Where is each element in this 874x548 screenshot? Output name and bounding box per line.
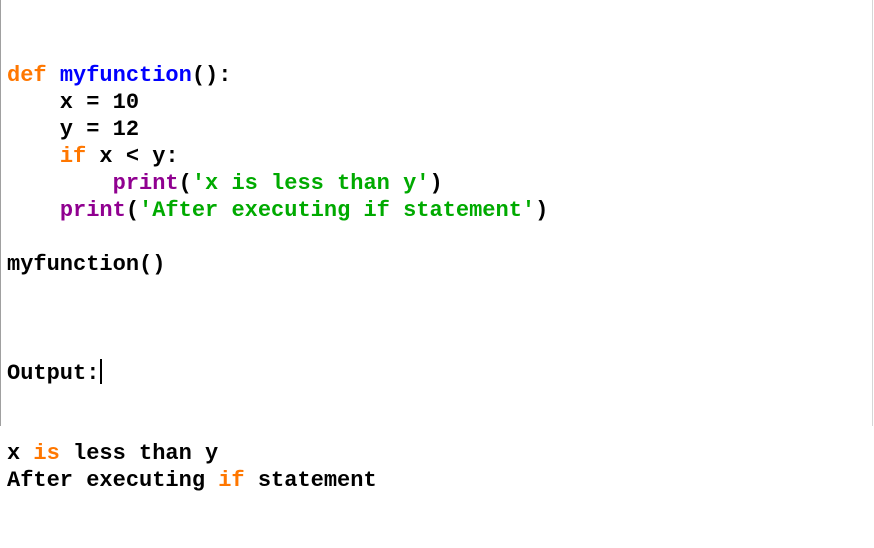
code-token: myfunction [59, 63, 192, 88]
code-token: ( [178, 171, 192, 196]
code-line[interactable]: myfunction() [7, 251, 548, 278]
code-token: (): [191, 63, 232, 88]
output-label-line[interactable]: Output: [7, 359, 548, 386]
code-token: y = 12 [7, 117, 140, 142]
code-editor[interactable]: def myfunction(): x = 10 y = 12 if x < y… [0, 0, 873, 493]
code-token: x [7, 441, 34, 466]
code-token: ) [535, 198, 549, 223]
code-line[interactable] [7, 278, 548, 305]
code-token: statement [244, 468, 377, 493]
code-line[interactable] [7, 224, 548, 251]
output-line[interactable]: After executing if statement [7, 467, 548, 494]
output-line[interactable]: x is less than y [7, 440, 548, 467]
code-line[interactable]: if x < y: [7, 143, 548, 170]
code-line[interactable]: y = 12 [7, 116, 548, 143]
code-token: def [7, 63, 47, 88]
text-cursor [100, 359, 103, 384]
output-label[interactable]: Output: [7, 361, 99, 386]
code-token: if [218, 468, 245, 493]
code-token: 'x is less than y' [191, 171, 430, 196]
program-output[interactable]: x is less than y After executing if state… [7, 440, 548, 494]
code-token: myfunction() [7, 252, 166, 277]
code-line[interactable]: x = 10 [7, 89, 548, 116]
source-code[interactable]: def myfunction(): x = 10 y = 12 if x < y… [7, 62, 548, 305]
code-token: 'After executing if statement' [139, 198, 536, 223]
code-line[interactable]: def myfunction(): [7, 62, 548, 89]
code-line[interactable]: print('After executing if statement') [7, 197, 549, 224]
code-token: is [33, 441, 60, 466]
code-line[interactable]: print('x is less than y') [7, 170, 548, 197]
code-token: ( [125, 198, 140, 223]
code-token: print [59, 198, 126, 223]
code-token: ) [429, 171, 443, 196]
code-token: After executing [7, 468, 219, 493]
code-token: if [59, 144, 87, 169]
code-token: less than y [59, 441, 219, 466]
code-token: print [112, 171, 179, 196]
code-area[interactable]: def myfunction(): x = 10 y = 12 if x < y… [7, 8, 548, 548]
code-token: x < y: [86, 144, 179, 169]
code-token: x = 10 [7, 90, 140, 115]
